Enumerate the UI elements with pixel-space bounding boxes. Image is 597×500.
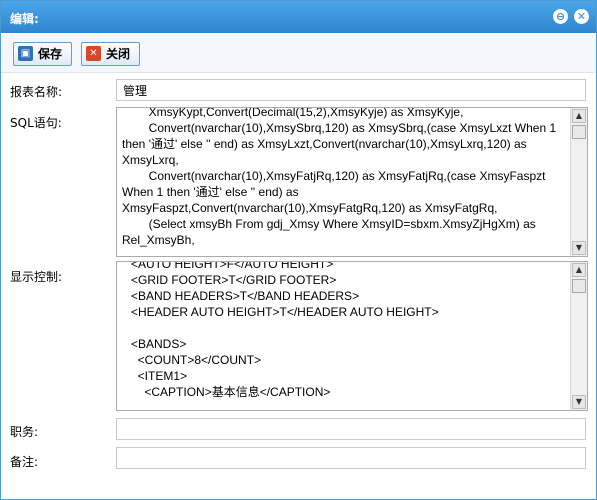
close-icon[interactable]: ✕ [574,9,589,24]
scroll-down-arrow[interactable]: ▼ [572,241,586,255]
duty-label: 职务: [10,425,39,439]
sql-scrollbar[interactable]: ▲ ▼ [570,108,587,256]
dialog-title: 编辑: [10,12,39,26]
scroll-thumb[interactable] [572,279,586,293]
scroll-up-arrow[interactable]: ▲ [572,109,586,123]
report-name-input[interactable]: 管理 [116,79,586,101]
scroll-down-arrow[interactable]: ▼ [572,395,586,409]
sql-label: SQL语句: [10,116,62,130]
display-scrollbar[interactable]: ▲ ▼ [570,262,587,410]
dialog-titlebar[interactable]: 编辑: ⊖ ✕ [1,1,596,33]
floppy-disk-icon: ▣ [18,46,33,61]
scroll-up-arrow[interactable]: ▲ [572,263,586,277]
sql-text: XmsyKypt,Convert(Decimal(15,2),XmsyKyje)… [122,107,557,247]
duty-input[interactable] [116,418,586,440]
scroll-thumb[interactable] [572,125,586,139]
minimize-icon[interactable]: ⊖ [553,9,568,24]
sql-textarea[interactable]: XmsyKypt,Convert(Decimal(15,2),XmsyKyje)… [116,107,588,257]
close-button-label: 关闭 [106,47,131,61]
display-control-text: <AUTO HEIGHT>F</AUTO HEIGHT> <GRID FOOTE… [131,261,439,399]
display-control-label: 显示控制: [10,270,63,284]
report-name-label: 报表名称: [10,85,63,99]
display-control-textarea[interactable]: <AUTO HEIGHT>F</AUTO HEIGHT> <GRID FOOTE… [116,261,588,411]
close-x-icon: ✕ [86,46,101,61]
save-button[interactable]: ▣ 保存 [13,42,72,66]
edit-dialog: 编辑: ⊖ ✕ ▣ 保存 ✕ 关闭 报表名称: 管理 SQL语句: XmsyKy… [0,0,597,500]
toolbar: ▣ 保存 ✕ 关闭 [1,34,596,73]
save-button-label: 保存 [38,47,63,61]
remark-label: 备注: [10,455,39,469]
close-button[interactable]: ✕ 关闭 [81,42,140,66]
remark-input[interactable] [116,447,586,469]
